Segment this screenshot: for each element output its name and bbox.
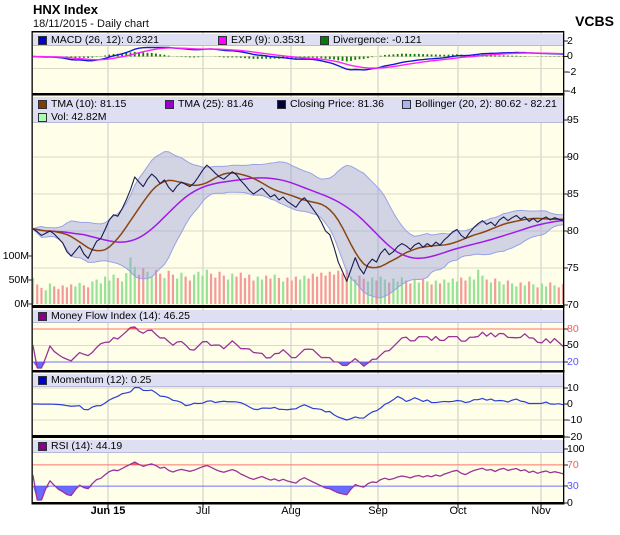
axis-label-mfi-20: 20 <box>567 357 617 368</box>
legend-swatch-exp-icon <box>218 36 227 45</box>
chart-subtitle: 18/11/2015 - Daily chart <box>33 18 149 30</box>
legend-item-rsi: RSI (14): 44.19 <box>38 440 122 453</box>
legend-label-rsi: RSI (14): 44.19 <box>51 440 122 452</box>
axis-label-vol-50M: 50M <box>0 275 29 286</box>
axis-label-vol-0M: 0M <box>0 299 29 310</box>
axis-label-mom-0: 0 <box>567 399 617 410</box>
legend-label-momentum: Momentum (12): 0.25 <box>51 374 151 386</box>
axis-label-main-75: 75 <box>567 263 617 274</box>
legend-item-close: Closing Price: 81.36 <box>277 98 384 111</box>
legend-swatch-close-icon <box>277 100 286 109</box>
axis-label-main-70: 70 <box>567 300 617 311</box>
month-label-jun-15: Jun 15 <box>91 505 126 517</box>
legend-swatch-divergence-icon <box>320 36 329 45</box>
axis-label-macd-0: 0 <box>567 51 617 62</box>
axis-label-mom-20: -20 <box>567 432 617 443</box>
axis-label-mfi-50: 50 <box>567 340 617 351</box>
axis-label-macd-4: -4 <box>567 86 617 97</box>
legend-label-tma10: TMA (10): 81.15 <box>51 98 126 110</box>
page-title: HNX Index <box>33 2 98 17</box>
axis-label-rsi-0: 0 <box>567 498 617 509</box>
legend-item-vol: Vol: 42.82M <box>38 111 106 124</box>
legend-swatch-mfi-icon <box>38 312 47 321</box>
chart-canvas[interactable] <box>0 0 620 535</box>
legend-label-exp: EXP (9): 0.3531 <box>231 34 306 46</box>
axis-label-macd-2: -2 <box>567 67 617 78</box>
axis-label-main-85: 85 <box>567 189 617 200</box>
axis-label-mfi-80: 80 <box>567 324 617 335</box>
axis-label-vol-100M: 100M <box>0 251 29 262</box>
rsi-legend-bar: RSI (14): 44.19 <box>33 440 563 453</box>
legend-swatch-tma10-icon <box>38 100 47 109</box>
axis-label-mom-10: -10 <box>567 415 617 426</box>
legend-item-tma25: TMA (25): 81.46 <box>165 98 253 111</box>
legend-swatch-bollinger-icon <box>402 100 411 109</box>
momentum-legend-bar: Momentum (12): 0.25 <box>33 374 563 387</box>
legend-swatch-momentum-icon <box>38 376 47 385</box>
legend-label-bollinger: Bollinger (20, 2): 80.62 - 82.21 <box>415 98 557 110</box>
axis-label-macd-2: 2 <box>567 36 617 47</box>
month-label-jul: Jul <box>196 505 210 517</box>
axis-label-main-80: 80 <box>567 226 617 237</box>
macd-legend-bar: MACD (26, 12): 0.2321 EXP (9): 0.3531 Dive… <box>33 34 563 47</box>
legend-label-close: Closing Price: 81.36 <box>290 98 384 110</box>
legend-label-macd: MACD (26, 12): 0.2321 <box>51 34 159 46</box>
month-label-oct: Oct <box>449 505 466 517</box>
axis-label-rsi-100: 100 <box>567 444 617 455</box>
legend-item-divergence: Divergence: -0.121 <box>320 34 422 47</box>
hnx-daily-chart-app: HNX Index 18/11/2015 - Daily chart VCBS … <box>0 0 620 535</box>
axis-label-rsi-70: 70 <box>567 460 617 471</box>
month-label-aug: Aug <box>281 505 301 517</box>
legend-item-momentum: Momentum (12): 0.25 <box>38 374 151 387</box>
legend-swatch-tma25-icon <box>165 100 174 109</box>
axis-label-main-95: 95 <box>567 115 617 126</box>
mfi-legend-bar: Money Flow Index (14): 46.25 <box>33 310 563 323</box>
legend-item-mfi: Money Flow Index (14): 46.25 <box>38 310 190 323</box>
legend-label-divergence: Divergence: -0.121 <box>333 34 422 46</box>
legend-label-tma25: TMA (25): 81.46 <box>178 98 253 110</box>
legend-swatch-macd-icon <box>38 36 47 45</box>
legend-item-bollinger: Bollinger (20, 2): 80.62 - 82.21 <box>402 98 557 111</box>
legend-label-vol: Vol: 42.82M <box>51 111 106 123</box>
legend-item-macd: MACD (26, 12): 0.2321 <box>38 34 159 47</box>
month-label-sep: Sep <box>368 505 388 517</box>
axis-label-rsi-30: 30 <box>567 481 617 492</box>
brand-logo: VCBS <box>575 13 614 29</box>
legend-item-tma10: TMA (10): 81.15 <box>38 98 126 111</box>
month-label-nov: Nov <box>531 505 551 517</box>
main-legend-bar: TMA (10): 81.15 TMA (25): 81.46 Closing Pr… <box>33 97 563 123</box>
axis-label-mom-10: 10 <box>567 383 617 394</box>
legend-label-mfi: Money Flow Index (14): 46.25 <box>51 310 190 322</box>
legend-item-exp: EXP (9): 0.3531 <box>218 34 306 47</box>
legend-swatch-vol-icon <box>38 113 47 122</box>
axis-label-main-90: 90 <box>567 152 617 163</box>
legend-swatch-rsi-icon <box>38 442 47 451</box>
